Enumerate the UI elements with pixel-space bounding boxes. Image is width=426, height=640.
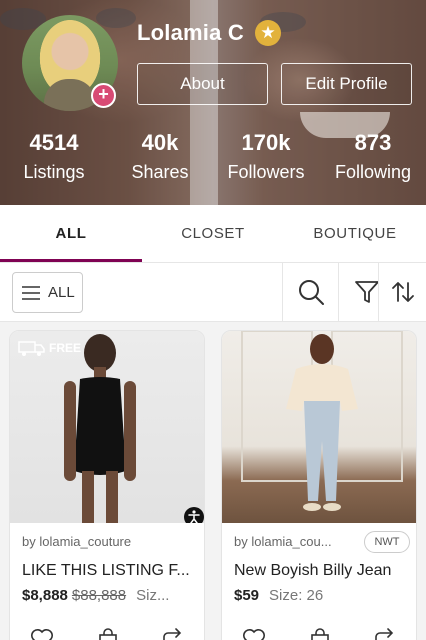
stat-value: 40k xyxy=(141,130,179,155)
listing-size: Size: 26 xyxy=(269,587,324,604)
filter-icon xyxy=(354,281,379,303)
shopping-bag-icon[interactable] xyxy=(96,627,120,640)
stat-label: Shares xyxy=(131,162,189,182)
like-icon[interactable] xyxy=(30,627,54,640)
cover-decoration xyxy=(96,8,136,28)
price-row: $59 Size: 26 xyxy=(234,587,323,604)
free-shipping-badge: FREE xyxy=(18,339,81,357)
sort-icon xyxy=(391,282,414,302)
stat-label: Listings xyxy=(23,162,85,182)
condition-badge: NWT xyxy=(364,531,410,553)
category-filter-label: ALL xyxy=(48,284,75,301)
stat-value: 170k xyxy=(241,130,291,155)
listing-card[interactable]: by lolamia_cou... NWT New Boyish Billy J… xyxy=(221,330,417,640)
tab-boutique[interactable]: BOUTIQUE xyxy=(284,205,426,262)
listing-title[interactable]: LIKE THIS LISTING F... xyxy=(22,562,190,580)
stat-shares[interactable]: 40k Shares xyxy=(122,130,198,183)
share-icon[interactable] xyxy=(160,627,184,640)
card-actions xyxy=(10,627,204,640)
search-icon xyxy=(298,280,324,305)
listing-price: $8,888 xyxy=(22,587,68,604)
closet-tabs: ALL CLOSET BOUTIQUE xyxy=(0,205,426,262)
stats-row: 4514 Listings 40k Shares 170k Followers … xyxy=(0,130,426,192)
tab-closet[interactable]: CLOSET xyxy=(142,205,284,262)
listing-price: $59 xyxy=(234,587,260,604)
like-icon[interactable] xyxy=(242,627,266,640)
search-button[interactable] xyxy=(282,263,338,321)
menu-icon xyxy=(22,285,40,300)
add-photo-icon[interactable]: + xyxy=(91,83,116,108)
avatar-figure xyxy=(44,79,96,111)
stat-label: Following xyxy=(334,162,412,182)
stat-value: 4514 xyxy=(29,130,79,155)
about-button[interactable]: About xyxy=(137,63,268,105)
closet-screen: + Lolamia C ★ About Edit Profile 4514 Li… xyxy=(0,0,426,640)
stat-following[interactable]: 873 Following xyxy=(330,130,416,183)
accessibility-glyph xyxy=(188,510,200,523)
model-image xyxy=(241,331,403,511)
star-icon: ★ xyxy=(255,20,281,46)
model-image xyxy=(64,334,136,523)
sort-button[interactable] xyxy=(378,263,426,321)
truck-icon xyxy=(18,341,45,356)
free-label: FREE xyxy=(49,341,82,355)
category-filter-button[interactable]: ALL xyxy=(12,272,83,313)
stat-value: 873 xyxy=(354,130,392,155)
profile-header: + Lolamia C ★ About Edit Profile 4514 Li… xyxy=(0,0,426,205)
shopping-bag-icon[interactable] xyxy=(308,627,332,640)
card-actions xyxy=(222,627,416,640)
stat-listings[interactable]: 4514 Listings xyxy=(14,130,94,183)
share-icon[interactable] xyxy=(372,627,396,640)
edit-profile-button[interactable]: Edit Profile xyxy=(281,63,412,105)
listing-size: Siz... xyxy=(136,587,170,604)
tab-all[interactable]: ALL xyxy=(0,205,142,262)
stat-followers[interactable]: 170k Followers xyxy=(222,130,310,183)
price-row: $8,888 $88,888 Siz... xyxy=(22,587,169,604)
listing-photo[interactable]: FREE xyxy=(10,331,204,523)
listing-title[interactable]: New Boyish Billy Jean xyxy=(234,562,391,580)
seller-name[interactable]: by lolamia_couture xyxy=(22,534,131,549)
accessibility-icon[interactable] xyxy=(184,507,204,523)
stat-label: Followers xyxy=(227,162,305,182)
listing-photo[interactable] xyxy=(222,331,416,523)
filter-bar: ALL xyxy=(0,262,426,322)
listing-card[interactable]: FREE by lolamia_couture LIKE THIS LISTIN… xyxy=(9,330,205,640)
seller-name[interactable]: by lolamia_cou... xyxy=(234,534,332,549)
original-price: $88,888 xyxy=(71,587,127,604)
username: Lolamia C xyxy=(137,20,244,45)
